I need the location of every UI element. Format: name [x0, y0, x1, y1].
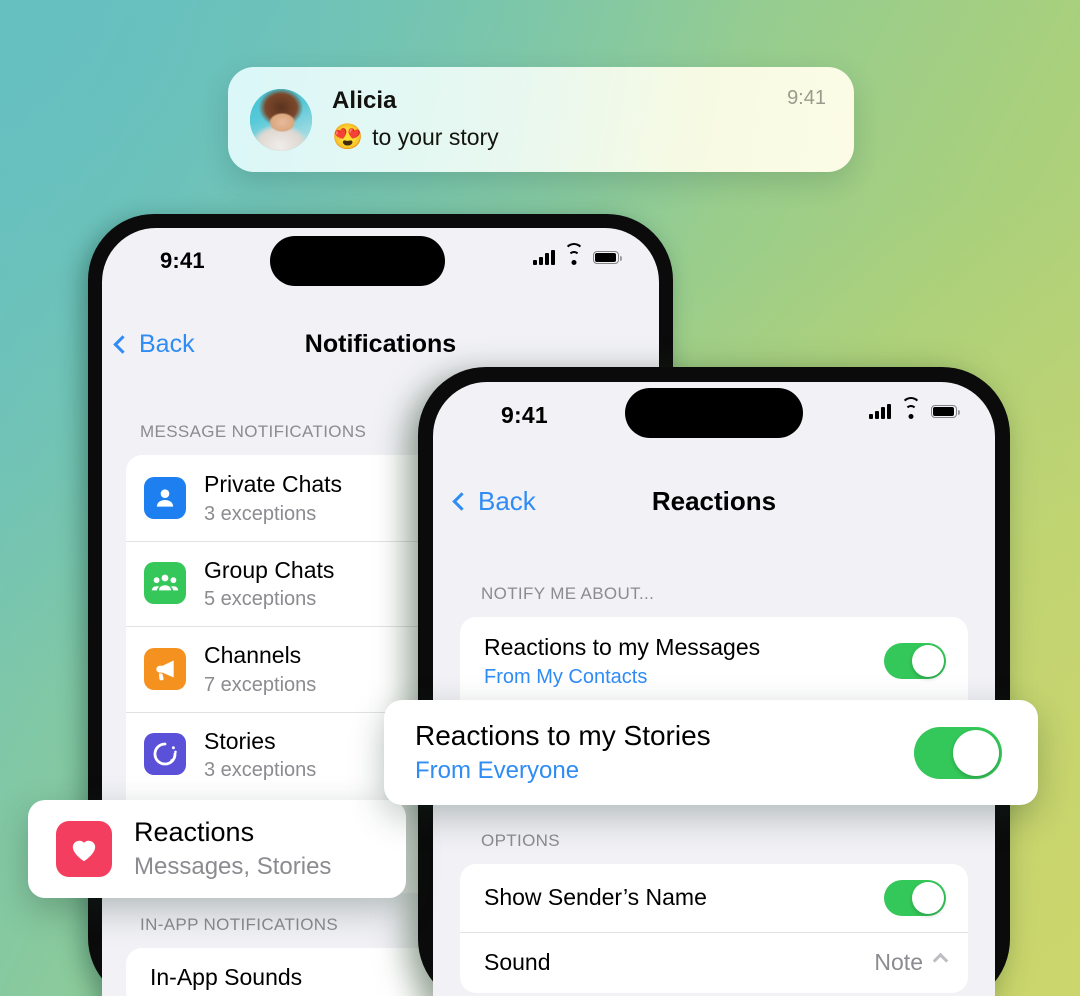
nav-bar: Back Reactions — [433, 470, 995, 532]
notification-sender-name: Alicia — [332, 87, 787, 116]
reaction-emoji-icon: 😍 — [332, 125, 363, 150]
list-item-show-senders-name[interactable]: Show Sender’s Name — [460, 864, 968, 932]
toggle-reactions-to-my-messages[interactable] — [884, 643, 946, 679]
highlight-card-reactions-to-my-stories[interactable]: Reactions to my Stories From Everyone — [384, 700, 1038, 805]
highlight-card-reactions[interactable]: Reactions Messages, Stories — [28, 800, 406, 898]
list-item-reactions-to-my-messages[interactable]: Reactions to my Messages From My Contact… — [460, 617, 968, 705]
chevron-right-icon — [933, 953, 949, 969]
battery-icon — [931, 405, 957, 418]
list-item-subtitle[interactable]: From My Contacts — [484, 665, 884, 689]
stories-icon — [144, 733, 186, 775]
notification-banner[interactable]: Alicia 😍 to your story 9:41 — [228, 67, 854, 172]
status-time: 9:41 — [160, 248, 205, 274]
list-item-sound[interactable]: Sound Note — [460, 932, 968, 993]
wifi-icon — [564, 250, 584, 265]
battery-icon — [593, 251, 619, 264]
list-item-text: Show Sender’s Name — [484, 883, 884, 912]
toggle-knob — [953, 730, 999, 776]
wifi-icon — [901, 404, 921, 419]
list-item-text: Reactions to my Messages From My Contact… — [484, 633, 884, 689]
person-icon — [144, 477, 186, 519]
notification-body-text: to your story — [372, 123, 499, 152]
notification-body: 😍 to your story — [332, 123, 787, 152]
list-item-title: Show Sender’s Name — [484, 883, 884, 912]
toggle-show-senders-name[interactable] — [884, 880, 946, 916]
phone-screen-reactions: 9:41 Back Reactions NOTIFY ME ABOUT... — [433, 382, 995, 996]
status-time: 9:41 — [501, 402, 548, 429]
cellular-bars-icon — [869, 404, 891, 419]
dynamic-island — [625, 388, 803, 438]
nav-bar: Back Notifications — [102, 314, 659, 374]
notification-time: 9:41 — [787, 87, 826, 110]
highlight-card-title: Reactions — [134, 816, 331, 848]
screenshot-stage: Alicia 😍 to your story 9:41 9:41 — [0, 0, 1080, 996]
toggle-reactions-to-my-stories[interactable] — [914, 727, 1002, 779]
section-header-notify-me-about: NOTIFY ME ABOUT... — [481, 584, 995, 604]
list-item-title: Sound — [484, 948, 874, 977]
list-item-title: Reactions to my Messages — [484, 633, 884, 662]
cellular-bars-icon — [533, 250, 555, 265]
heart-icon — [56, 821, 112, 877]
avatar — [250, 89, 312, 151]
toggle-knob — [912, 645, 944, 677]
group-icon — [144, 562, 186, 604]
toggle-knob — [912, 882, 944, 914]
highlight-card-text: Reactions to my Stories From Everyone — [415, 719, 914, 786]
list-item-value: Note — [874, 949, 923, 976]
phone-reactions: 9:41 Back Reactions NOTIFY ME ABOUT... — [418, 367, 1010, 996]
highlight-card-text: Reactions Messages, Stories — [134, 816, 331, 881]
section-header-options: OPTIONS — [481, 831, 995, 851]
status-bar: 9:41 — [433, 382, 995, 448]
page-title: Reactions — [433, 486, 995, 517]
status-bar: 9:41 — [102, 228, 659, 292]
status-indicators — [533, 250, 619, 265]
megaphone-icon — [144, 648, 186, 690]
list-card-options: Show Sender’s Name Sound Note — [460, 864, 968, 993]
highlight-card-title: Reactions to my Stories — [415, 719, 914, 753]
page-title: Notifications — [102, 330, 659, 359]
highlight-card-subtitle: Messages, Stories — [134, 853, 331, 882]
notification-text: Alicia 😍 to your story — [332, 87, 787, 152]
highlight-card-subtitle[interactable]: From Everyone — [415, 757, 914, 786]
list-item-text: Sound — [484, 948, 874, 977]
dynamic-island — [270, 236, 445, 286]
status-indicators — [869, 404, 957, 419]
